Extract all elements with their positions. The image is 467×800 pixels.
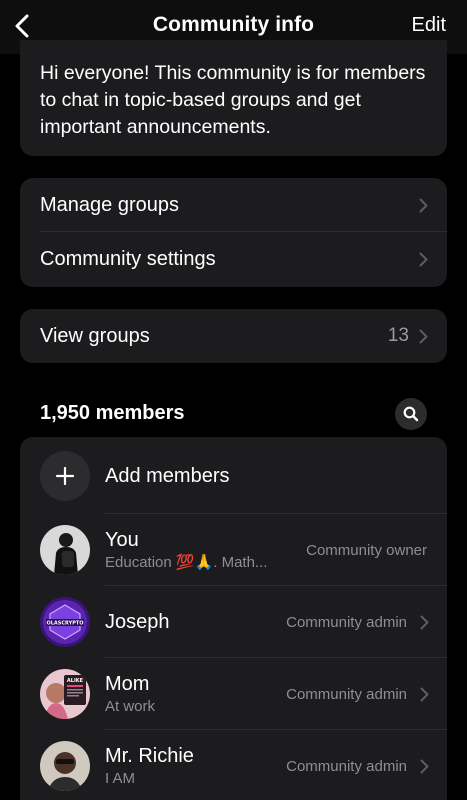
- manage-groups-row[interactable]: Manage groups: [20, 178, 447, 232]
- member-status: I AM: [105, 769, 136, 787]
- member-row[interactable]: ALIKE Mom At work Community admin: [20, 658, 447, 730]
- add-members-label: Add members: [105, 464, 230, 487]
- chevron-right-icon: [420, 730, 429, 800]
- add-members-row[interactable]: Add members: [20, 437, 447, 514]
- member-role: Community admin: [286, 613, 407, 631]
- member-role: Community admin: [286, 685, 407, 703]
- community-info-screen: Community info Edit Hi everyone! This co…: [0, 0, 467, 800]
- groups-count: 13: [387, 325, 409, 346]
- members-count-heading: 1,950 members: [40, 402, 185, 424]
- avatar: [40, 741, 90, 791]
- description-card: Hi everyone! This community is for membe…: [20, 40, 447, 156]
- svg-text:OLASCRYPTO: OLASCRYPTO: [46, 621, 83, 627]
- community-settings-row[interactable]: Community settings: [20, 232, 447, 286]
- member-row[interactable]: OLASCRYPTO Joseph Community admin: [20, 586, 447, 658]
- manage-groups-label: Manage groups: [40, 193, 179, 216]
- avatar: [40, 525, 90, 575]
- page-title: Community info: [152, 13, 315, 36]
- member-status: At work: [105, 697, 156, 715]
- manage-card: Manage groups Community settings: [20, 178, 447, 287]
- view-groups-label: View groups: [40, 324, 150, 347]
- member-name: Mr. Richie: [105, 744, 194, 767]
- chevron-right-icon: [419, 328, 429, 344]
- community-description: Hi everyone! This community is for membe…: [40, 62, 426, 138]
- avatar: ALIKE: [40, 669, 90, 719]
- chevron-right-icon: [419, 251, 429, 267]
- member-row[interactable]: You Education 💯🙏. Math... Community owne…: [20, 514, 447, 586]
- chevron-right-icon: [420, 658, 429, 730]
- search-members-button[interactable]: [395, 398, 427, 430]
- member-row[interactable]: Mr. Richie I AM Community admin: [20, 730, 447, 800]
- community-settings-label: Community settings: [40, 247, 216, 270]
- member-name: You: [105, 528, 139, 551]
- member-name: Mom: [105, 672, 150, 695]
- view-groups-row[interactable]: View groups 13: [20, 309, 447, 363]
- member-role: Community admin: [286, 757, 407, 775]
- member-role: Community owner: [306, 541, 427, 559]
- member-name: Joseph: [105, 611, 170, 633]
- chevron-right-icon: [420, 586, 429, 658]
- add-members-button[interactable]: [40, 450, 90, 501]
- plus-icon: [55, 466, 75, 485]
- edit-button[interactable]: Edit: [412, 14, 446, 37]
- chevron-right-icon: [419, 197, 429, 213]
- svg-text:ALIKE: ALIKE: [67, 678, 84, 684]
- view-groups-card: View groups 13: [20, 309, 447, 363]
- avatar: OLASCRYPTO: [40, 597, 90, 647]
- search-icon: [403, 406, 419, 422]
- members-card: Add members You Education 💯🙏. Math... Co…: [20, 437, 447, 800]
- member-status: Education 💯🙏. Math...: [105, 553, 268, 571]
